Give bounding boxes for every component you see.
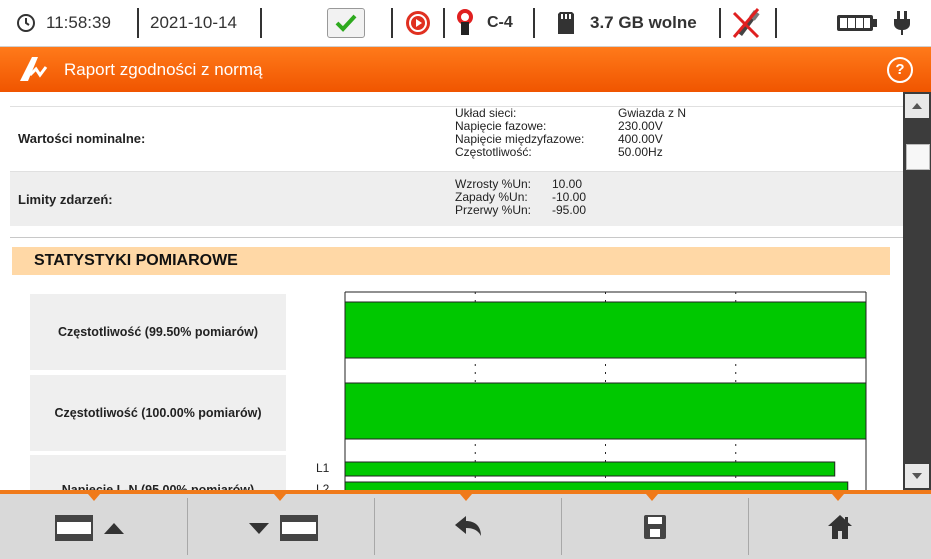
- phase-bar: [344, 461, 836, 477]
- save-button[interactable]: [562, 494, 748, 559]
- back-button[interactable]: [375, 494, 561, 559]
- section-header: STATYSTYKI POMIAROWE: [12, 247, 890, 275]
- report-content: Wartości nominalne: Układ sieci: Napięci…: [0, 92, 903, 490]
- sd-card-icon: [557, 0, 575, 46]
- usb-disconnected-icon: [730, 0, 762, 46]
- help-icon[interactable]: ?: [887, 57, 913, 83]
- page-title: Raport zgodności z normą: [64, 60, 263, 79]
- stat-label-voltage-ln-95: Napięcie L-N (95.00% pomiarów): [30, 455, 286, 490]
- clamp-icon: [455, 0, 475, 46]
- nominal-value: 50.00Hz: [618, 145, 663, 159]
- divider: [10, 237, 903, 238]
- home-button[interactable]: [749, 494, 931, 559]
- ok-status-icon[interactable]: [327, 0, 365, 46]
- nominal-values-row: Wartości nominalne: Układ sieci: Napięci…: [10, 107, 903, 172]
- scroll-thumb[interactable]: [906, 144, 930, 170]
- vertical-scrollbar[interactable]: [903, 92, 931, 490]
- scroll-up-icon: [54, 514, 124, 541]
- event-limits-label: Limity zdarzeń:: [18, 192, 113, 207]
- app-logo-icon: [18, 55, 48, 88]
- phase-bar: [344, 481, 849, 490]
- stat-label-frequency-99: Częstotliwość (99.50% pomiarów): [30, 294, 286, 370]
- storage-text: 3.7 GB wolne: [590, 13, 697, 32]
- status-bar: 11:58:39 2021-10-14 C-4 3.7 GB wolne: [0, 0, 931, 47]
- scroll-down-icon: [249, 514, 318, 541]
- time-text: 11:58:39: [46, 13, 111, 32]
- phase-label-l2: L2: [316, 482, 330, 490]
- section-title: STATYSTYKI POMIAROWE: [34, 252, 238, 269]
- page-up-button[interactable]: [0, 494, 187, 559]
- power-plug-icon: [892, 0, 912, 46]
- battery-icon: [836, 0, 878, 46]
- event-limits-row: Limity zdarzeń: Wzrosty %Un: Zapady %Un:…: [10, 172, 903, 226]
- scroll-down-arrow-icon[interactable]: [905, 464, 929, 488]
- scroll-up-arrow-icon[interactable]: [905, 94, 929, 118]
- stat-bar: [344, 301, 867, 359]
- stat-label-frequency-100: Częstotliwość (100.00% pomiarów): [30, 375, 286, 451]
- title-bar: Raport zgodności z normą ?: [0, 47, 931, 92]
- bottom-toolbar: [0, 490, 931, 559]
- page-down-button[interactable]: [188, 494, 374, 559]
- phase-label-l1: L1: [316, 461, 330, 475]
- limit-key: Przerwy %Un:: [455, 203, 532, 217]
- nominal-values-label: Wartości nominalne:: [18, 131, 146, 146]
- back-icon: [455, 515, 481, 536]
- nominal-key: Częstotliwość:: [455, 145, 532, 159]
- home-icon: [828, 514, 852, 539]
- meter-label: C-4: [487, 14, 513, 31]
- stat-bar: [344, 382, 867, 440]
- record-icon: [405, 0, 431, 46]
- clock-icon: [16, 0, 36, 46]
- save-icon: [644, 514, 666, 539]
- limit-value: -95.00: [552, 203, 587, 217]
- date-text: 2021-10-14: [150, 13, 237, 32]
